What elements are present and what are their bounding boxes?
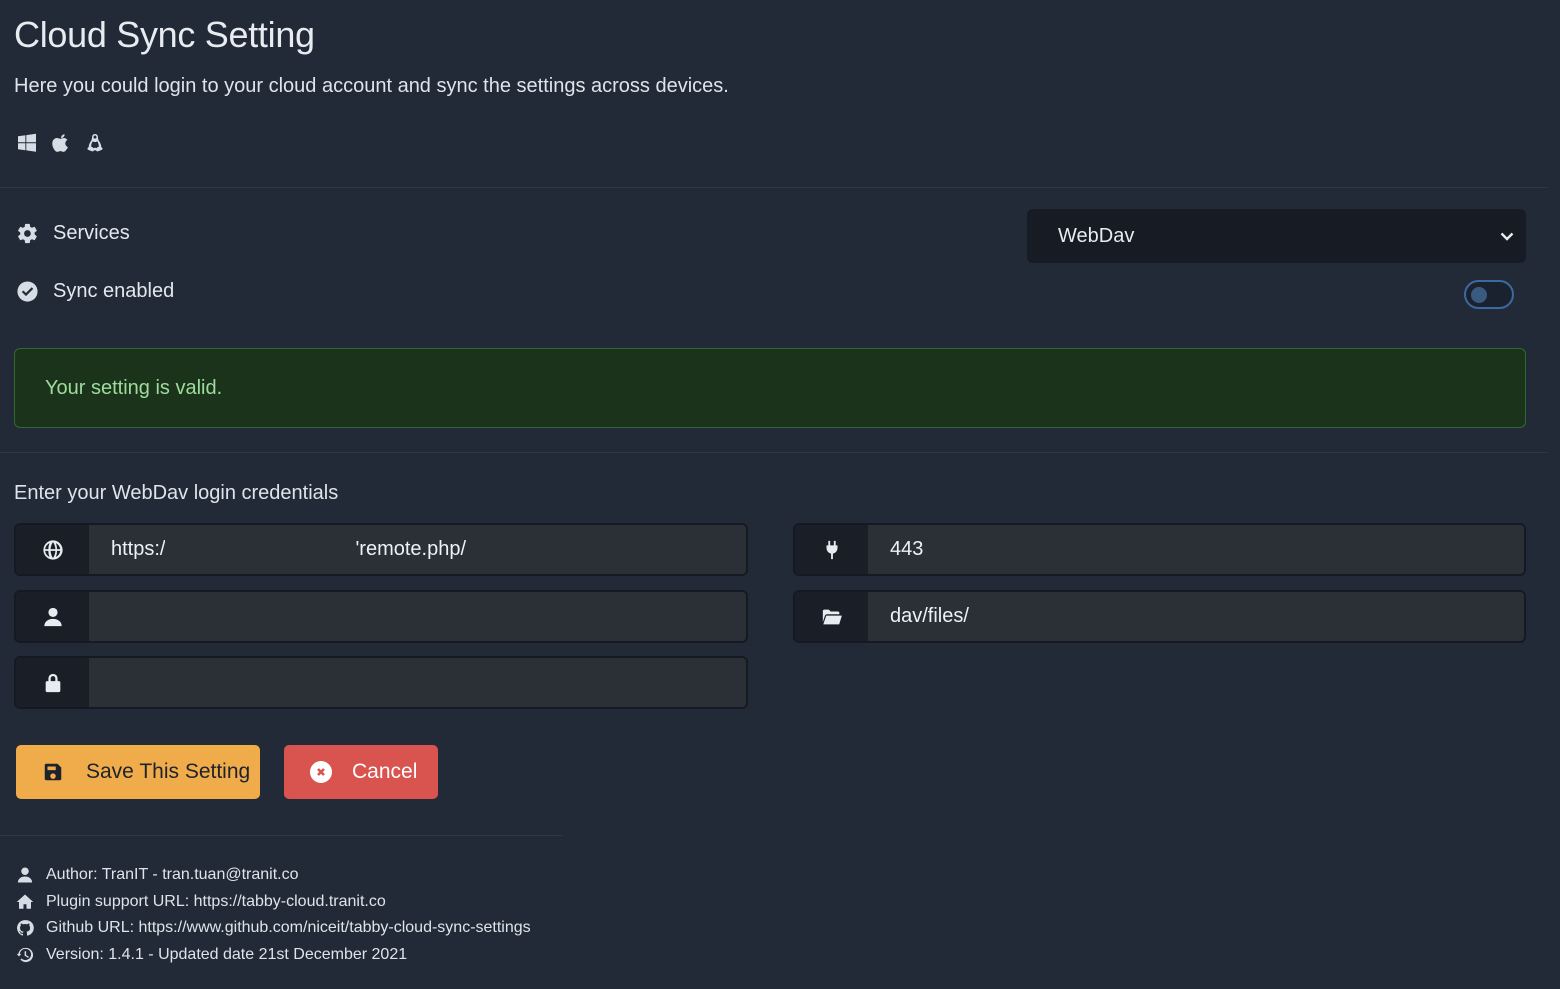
url-suffix: 'remote.php/ [355,538,467,560]
cloud-sync-settings-page: Cloud Sync Setting Here you could login … [0,0,1560,989]
validation-alert: Your setting is valid. [14,348,1526,428]
support-url-text[interactable]: Plugin support URL: https://tabby-cloud.… [46,893,386,911]
port-input-group: 443 [793,523,1526,576]
save-icon [44,763,62,781]
services-row: Services [16,222,130,245]
home-icon [16,894,34,909]
page-title: Cloud Sync Setting [14,14,315,55]
username-input[interactable] [89,592,746,641]
lock-icon [16,658,89,707]
validation-message: Your setting is valid. [45,376,223,399]
windows-icon [16,132,38,154]
services-label: Services [53,222,130,244]
github-url-text[interactable]: Github URL: https://www.github.com/nicei… [46,919,531,937]
author-text: Author: TranIT - tran.tuan@tranit.co [46,866,299,884]
platform-icons [16,132,106,154]
save-button[interactable]: Save This Setting [16,745,260,799]
password-input-group [14,656,748,709]
version-line: Version: 1.4.1 - Updated date 21st Decem… [16,942,531,969]
author-line: Author: TranIT - tran.tuan@tranit.co [16,862,531,889]
close-circle-icon [310,761,332,783]
sync-label: Sync enabled [53,280,175,302]
user-icon [17,867,33,883]
version-text: Version: 1.4.1 - Updated date 21st Decem… [46,946,408,964]
cancel-button[interactable]: Cancel [284,745,438,799]
sync-enabled-toggle[interactable] [1464,280,1514,309]
plugin-info: Author: TranIT - tran.tuan@tranit.co Plu… [16,862,531,968]
history-icon [16,947,34,963]
url-input[interactable]: https:/ 'remote.php/ [89,525,746,574]
github-icon [17,920,34,937]
cancel-button-label: Cancel [352,760,418,783]
url-prefix: https:/ [111,538,166,560]
globe-icon [16,525,89,574]
services-select[interactable]: WebDav [1027,209,1526,263]
sync-row: Sync enabled [16,280,174,303]
apple-icon [50,132,72,154]
port-input[interactable]: 443 [868,525,1524,574]
check-circle-icon [17,281,38,302]
gear-icon [18,223,37,244]
linux-icon [84,132,106,154]
folder-open-icon [795,592,868,641]
support-line: Plugin support URL: https://tabby-cloud.… [16,889,531,916]
username-input-group [14,590,748,643]
user-icon [16,592,89,641]
chevron-down-icon [1498,227,1516,245]
github-line: Github URL: https://www.github.com/nicei… [16,915,531,942]
credentials-heading: Enter your WebDav login credentials [14,482,339,504]
divider [0,835,563,836]
save-button-label: Save This Setting [86,760,251,783]
password-input[interactable] [89,658,746,707]
services-select-value: WebDav [1058,224,1135,247]
page-subtitle: Here you could login to your cloud accou… [14,75,729,97]
divider [0,187,1548,188]
plug-icon [795,525,868,574]
url-input-group: https:/ 'remote.php/ [14,523,748,576]
divider [0,452,1548,453]
redacted-segment [165,536,356,563]
location-input[interactable]: dav/files/ [868,592,1524,641]
toggle-knob [1471,286,1487,303]
location-input-group: dav/files/ [793,590,1526,643]
